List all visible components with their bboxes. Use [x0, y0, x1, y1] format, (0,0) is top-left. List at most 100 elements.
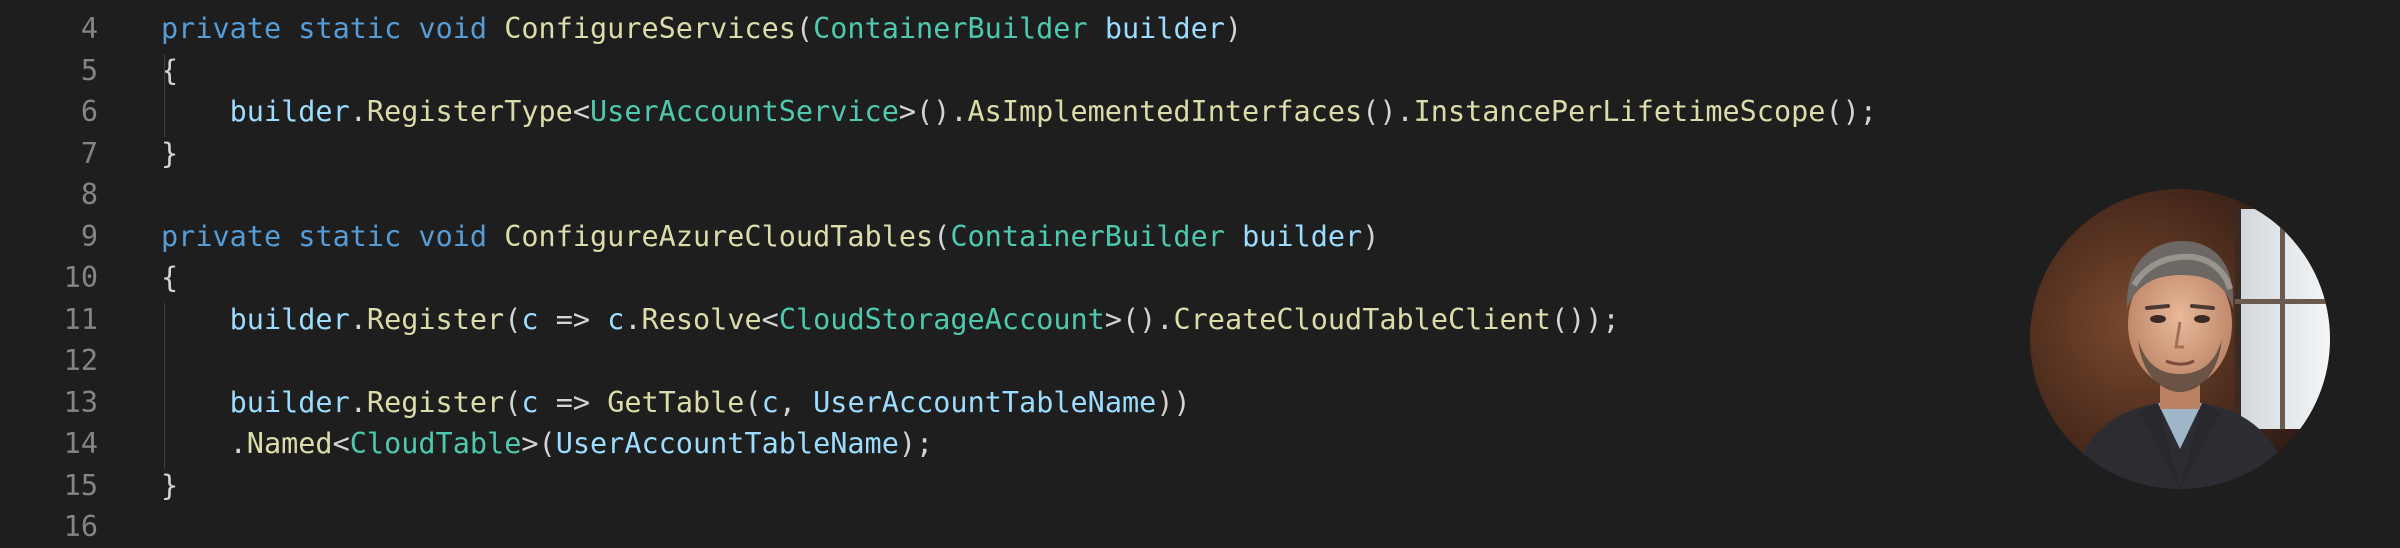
code-token: builder: [1242, 219, 1363, 253]
code-token: builder: [229, 385, 350, 419]
code-token: RegisterType: [366, 95, 573, 128]
code-token: CloudTable: [349, 427, 522, 460]
code-text: {: [161, 257, 178, 299]
code-token: ConfigureAzureCloudTables: [504, 219, 934, 253]
code-token: AsImplementedInterfaces: [967, 95, 1363, 128]
code-token: UserAccountTableName: [813, 385, 1157, 419]
code-token: =>: [538, 385, 608, 419]
code-token: static: [298, 219, 402, 253]
person-photo-icon: [2030, 189, 2330, 489]
code-token: c: [521, 385, 539, 419]
code-token: {: [161, 261, 179, 294]
code-text: .Named<CloudTable>(UserAccountTableName)…: [161, 423, 934, 465]
code-token: Named: [246, 427, 333, 460]
line-number: 4: [80, 12, 98, 45]
code-token: builder: [1104, 12, 1225, 45]
code-text: builder.Register(c => c.Resolve<CloudSto…: [161, 299, 1620, 341]
line-number: 10: [63, 261, 98, 294]
code-token: .: [161, 427, 247, 460]
code-text: }: [161, 465, 178, 507]
code-token: .: [349, 95, 367, 128]
code-token: CreateCloudTableClient: [1173, 302, 1551, 336]
code-token: (: [744, 385, 762, 419]
code-token: (: [504, 302, 522, 336]
line-number: 7: [80, 136, 98, 170]
code-token: UserAccountTableName: [555, 427, 899, 460]
code-token: ): [1224, 12, 1243, 45]
code-token: .: [349, 385, 367, 419]
code-token: <: [761, 302, 779, 336]
code-token: <: [572, 95, 590, 128]
code-token: ConfigureServices: [504, 12, 796, 45]
code-token: <: [332, 427, 350, 460]
code-token: InstancePerLifetimeScope: [1413, 95, 1826, 128]
code-token: >().: [898, 95, 968, 128]
code-text: private static void ConfigureAzureCloudT…: [161, 216, 1379, 258]
line-number: 5: [80, 53, 98, 87]
code-token: ): [1362, 219, 1380, 253]
code-token: .: [349, 302, 367, 336]
code-token: }: [161, 468, 179, 502]
code-token: Register: [366, 385, 505, 419]
code-token: ().: [1362, 95, 1414, 128]
code-text: }: [161, 133, 178, 175]
code-token: builder: [229, 95, 350, 128]
code-token: CloudStorageAccount: [778, 302, 1105, 336]
code-token: void: [418, 12, 488, 45]
line-number: 6: [80, 95, 98, 128]
code-text: private static void ConfigureServices(Co…: [161, 8, 1242, 50]
code-token: private: [161, 12, 282, 45]
code-token: GetTable: [607, 385, 745, 419]
code-token: ();: [1825, 95, 1877, 128]
code-token: ContainerBuilder: [813, 12, 1088, 45]
code-token: ());: [1550, 302, 1620, 336]
code-text: builder.RegisterType<UserAccountService>…: [161, 91, 1877, 133]
code-token: static: [298, 12, 402, 45]
code-token: c: [521, 302, 539, 336]
code-token: =>: [538, 302, 608, 336]
code-token: void: [418, 219, 488, 253]
code-editor[interactable]: 4 private static void ConfigureServices(C…: [0, 0, 2400, 548]
code-token: );: [898, 427, 934, 460]
indent-guide: [164, 54, 165, 137]
code-token: UserAccountService: [590, 95, 899, 128]
code-token: (: [504, 385, 522, 419]
code-token: builder: [229, 302, 350, 336]
code-text: builder.Register(c => GetTable(c, UserAc…: [161, 382, 1191, 424]
line-number: 14: [63, 427, 98, 460]
line-number: 12: [63, 344, 98, 377]
line-number: 16: [63, 510, 98, 543]
line-number: 8: [80, 178, 98, 211]
code-token: >(: [521, 427, 556, 460]
code-token: c: [761, 385, 779, 419]
code-token: (: [795, 12, 814, 45]
line-number: 15: [63, 468, 98, 502]
line-number: 13: [63, 385, 98, 419]
code-token: c: [607, 302, 625, 336]
code-token: }: [161, 136, 179, 170]
code-token: private: [161, 219, 282, 253]
code-token: Register: [366, 302, 505, 336]
code-token: Resolve: [641, 302, 762, 336]
indent-guide: [164, 303, 165, 469]
code-token: )): [1156, 385, 1191, 419]
code-token: (: [933, 219, 951, 253]
code-token: ContainerBuilder: [950, 219, 1225, 253]
line-number: 11: [63, 302, 98, 336]
avatar: [2030, 189, 2330, 489]
code-token: >().: [1104, 302, 1174, 336]
code-token: .: [624, 302, 642, 336]
code-token: ,: [778, 385, 814, 419]
line-number: 9: [80, 219, 98, 253]
